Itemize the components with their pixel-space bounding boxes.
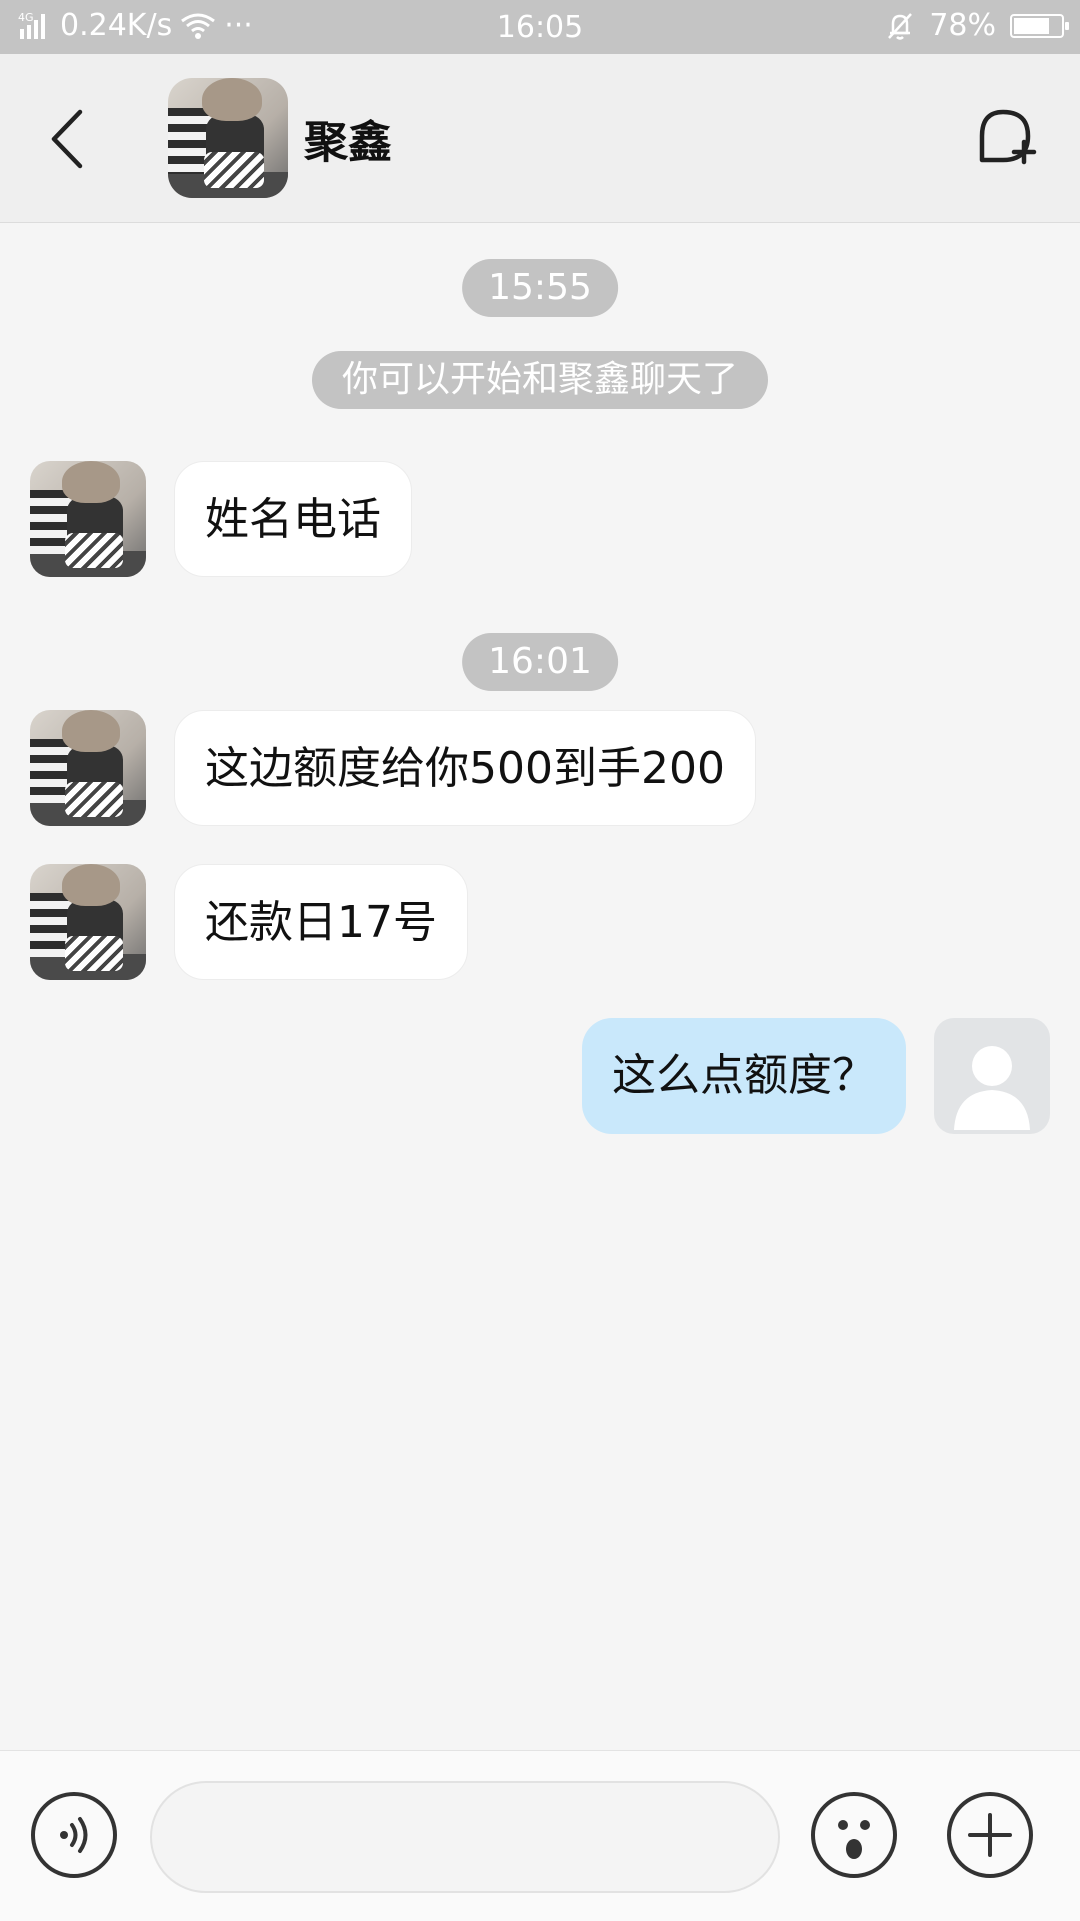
avatar-photo bbox=[168, 78, 288, 198]
time-separator: 15:55 bbox=[462, 259, 618, 317]
plus-icon bbox=[947, 1792, 1033, 1878]
more-options-button[interactable] bbox=[946, 1791, 1034, 1879]
contact-avatar[interactable] bbox=[168, 78, 288, 198]
incoming-message-bubble[interactable]: 这边额度给你500到手200 bbox=[174, 710, 756, 826]
chat-header: 聚鑫 bbox=[0, 54, 1080, 223]
bell-muted-icon bbox=[888, 12, 913, 40]
input-bar bbox=[0, 1750, 1080, 1921]
back-button[interactable] bbox=[40, 104, 100, 174]
add-chat-button[interactable] bbox=[970, 104, 1040, 174]
chat-add-icon bbox=[979, 109, 1037, 165]
incoming-message-bubble[interactable]: 姓名电话 bbox=[174, 461, 412, 577]
battery-icon bbox=[1010, 13, 1069, 38]
emoji-button[interactable] bbox=[810, 1791, 898, 1879]
chevron-left-icon bbox=[51, 109, 83, 169]
contact-name[interactable]: 聚鑫 bbox=[304, 106, 392, 170]
sender-avatar[interactable] bbox=[30, 461, 146, 577]
message-input[interactable] bbox=[150, 1781, 780, 1893]
voice-button[interactable] bbox=[30, 1791, 118, 1879]
incoming-message-bubble[interactable]: 还款日17号 bbox=[174, 864, 468, 980]
sender-avatar[interactable] bbox=[30, 710, 146, 826]
avatar-photo bbox=[30, 461, 146, 577]
message-list[interactable]: 15:55 你可以开始和聚鑫聊天了 姓名电话 16:01 这边额度给你500到手… bbox=[0, 223, 1080, 1750]
avatar-photo bbox=[30, 710, 146, 826]
self-avatar[interactable] bbox=[934, 1018, 1050, 1134]
status-right: 78% bbox=[885, 8, 1069, 43]
emoji-icon bbox=[811, 1792, 897, 1878]
system-message: 你可以开始和聚鑫聊天了 bbox=[311, 351, 769, 409]
avatar-photo bbox=[30, 864, 146, 980]
default-user-icon bbox=[954, 1046, 1030, 1130]
time-separator: 16:01 bbox=[462, 633, 618, 691]
voice-icon bbox=[31, 1792, 117, 1878]
battery-percent: 78% bbox=[929, 8, 996, 43]
sender-avatar[interactable] bbox=[30, 864, 146, 980]
outgoing-message-bubble[interactable]: 这么点额度？ bbox=[582, 1018, 906, 1134]
status-bar: 4G 0.24K/s ··· 16:05 78% bbox=[0, 0, 1080, 54]
